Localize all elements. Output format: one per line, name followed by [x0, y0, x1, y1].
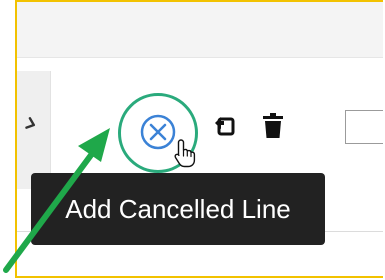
top-band-divider — [17, 57, 383, 58]
circle-x-icon[interactable] — [139, 113, 177, 151]
chevron-down-icon[interactable] — [22, 115, 40, 133]
hand-pointer-icon — [174, 139, 196, 168]
trash-icon[interactable] — [262, 113, 284, 139]
tooltip-add-cancelled-line: Add Cancelled Line — [31, 173, 325, 245]
screenshot-stage: Add Cancelled Line — [0, 0, 385, 280]
undo-icon[interactable] — [213, 114, 237, 138]
left-panel[interactable] — [17, 71, 51, 189]
quantity-input[interactable] — [345, 110, 383, 144]
top-band — [17, 2, 383, 57]
